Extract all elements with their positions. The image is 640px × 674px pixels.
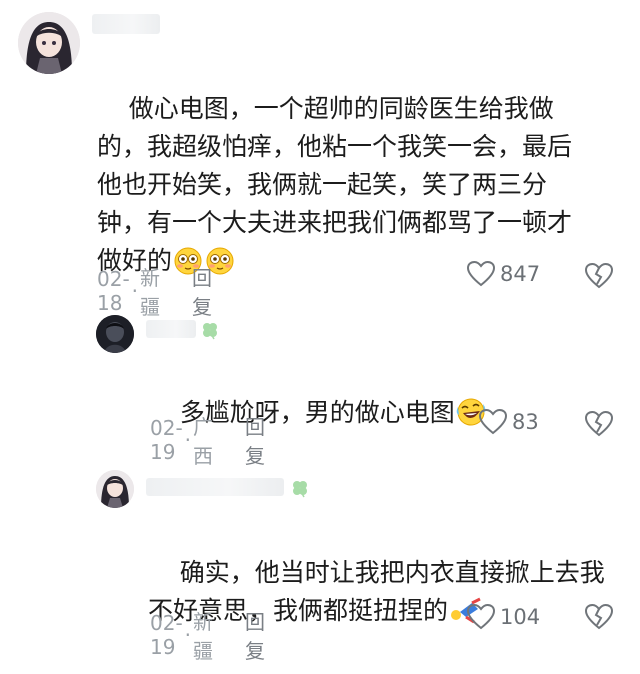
clover-badge-icon (200, 320, 220, 344)
meta-separator: · (131, 279, 139, 303)
comment-date: 02-19 (150, 416, 183, 464)
username-redacted (92, 14, 160, 34)
like-count: 104 (500, 605, 541, 629)
comment-meta: 02-19 · 广西 回复 (150, 411, 265, 469)
comment-date: 02-18 (97, 267, 130, 315)
broken-heart-icon (584, 603, 614, 630)
comment-date: 02-19 (150, 611, 183, 659)
heart-icon (478, 408, 508, 435)
reply-button[interactable]: 回复 (245, 606, 265, 664)
reply-button[interactable]: 回复 (245, 411, 265, 469)
comment-location: 新疆 (193, 610, 214, 663)
meta-separator: · (184, 623, 192, 647)
clover-badge-icon (290, 478, 310, 502)
avatar[interactable] (18, 12, 80, 74)
avatar-girl-icon (18, 12, 80, 74)
heart-icon (466, 260, 496, 287)
heart-icon (466, 603, 496, 630)
avatar[interactable] (96, 315, 134, 353)
comment-meta: 02-19 · 新疆 回复 (150, 606, 265, 664)
dislike-button[interactable] (584, 603, 614, 635)
comment-location: 新疆 (140, 266, 161, 319)
username-redacted (146, 320, 196, 338)
comment-location: 广西 (193, 415, 214, 468)
avatar[interactable] (96, 470, 134, 508)
meta-separator: · (184, 428, 192, 452)
broken-heart-icon (584, 262, 614, 289)
like-count: 83 (512, 410, 539, 434)
username-redacted (146, 478, 284, 496)
dislike-button[interactable] (584, 262, 614, 294)
avatar-girl-icon (96, 470, 134, 508)
comment-meta: 02-18 · 新疆 回复 (97, 262, 212, 320)
like-button[interactable]: 83 (478, 408, 539, 436)
like-count: 847 (500, 262, 541, 286)
broken-heart-icon (584, 410, 614, 437)
like-button[interactable]: 104 (466, 603, 540, 631)
like-button[interactable]: 847 (466, 260, 540, 288)
avatar-dark-icon (96, 315, 134, 353)
reply-button[interactable]: 回复 (192, 262, 212, 320)
dislike-button[interactable] (584, 410, 614, 442)
